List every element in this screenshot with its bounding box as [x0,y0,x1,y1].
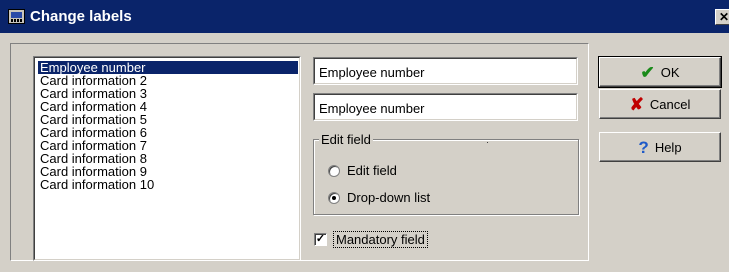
ok-button[interactable]: ✔ OK [598,56,722,88]
stray-dot [487,142,488,143]
radio-edit-field[interactable] [328,165,340,177]
checkmark-icon: ✔ [640,62,655,82]
mandatory-field-label[interactable]: Mandatory field [333,231,428,248]
edit-field-group-label: Edit field [319,132,373,147]
radio-edit-field-label[interactable]: Edit field [347,163,397,178]
radio-selected-dot [332,196,336,200]
window-title: Change labels [30,8,132,25]
label-text-field-2[interactable]: Employee number [313,93,578,121]
close-icon: ✕ [718,10,729,24]
close-button[interactable]: ✕ [715,9,729,25]
question-icon: ? [638,137,649,157]
mandatory-checkbox[interactable]: ✓ [314,233,327,246]
radio-drop-down-list-label[interactable]: Drop-down list [347,190,430,205]
title-bar[interactable]: Change labels [0,0,729,33]
label-text-value-2: Employee number [314,94,577,120]
label-listbox[interactable]: Employee number Card information 2 Card in… [33,56,301,261]
cancel-button[interactable]: ✘ Cancel [599,89,721,119]
radio-drop-down-list[interactable] [328,192,340,204]
ok-button-label: OK [660,64,680,80]
check-icon: ✓ [315,233,326,245]
help-button-label: Help [654,139,682,155]
app-keyboard-icon [8,9,25,24]
x-icon: ✘ [629,94,644,114]
help-button[interactable]: ? Help [599,132,721,162]
list-item[interactable]: Card information 10 [38,178,298,191]
cancel-button-label: Cancel [649,96,691,112]
edit-field-group: Edit field Edit field Drop-down list [313,132,579,215]
label-text-value: Employee number [314,58,577,84]
label-text-field[interactable]: Employee number [313,57,578,85]
